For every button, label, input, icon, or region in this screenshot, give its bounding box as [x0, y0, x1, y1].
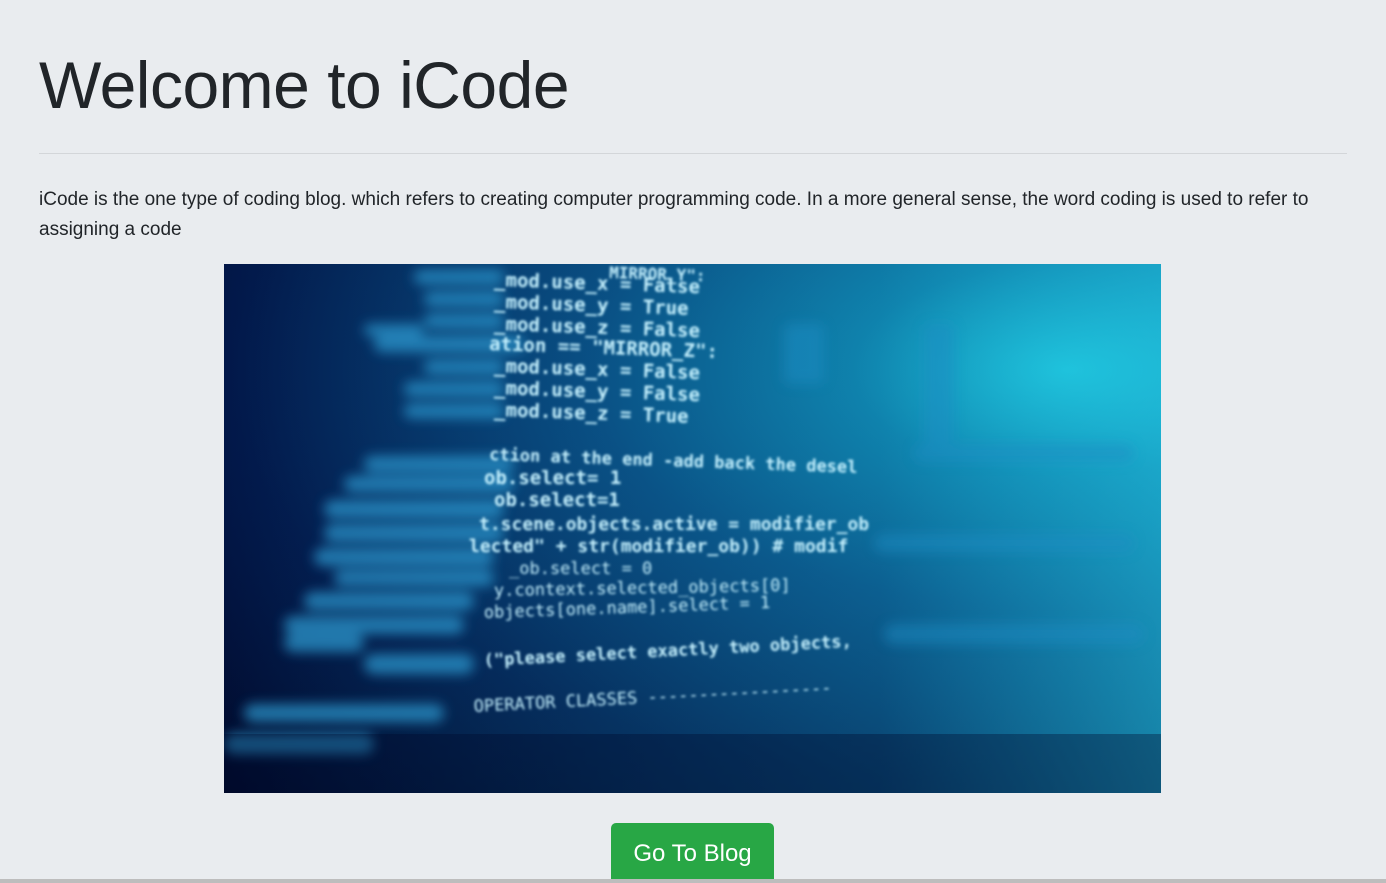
code-image-graphic: MIRROR_Y": _mod.use_x = False _mod.use_y…: [224, 264, 1161, 793]
go-to-blog-button[interactable]: Go To Blog: [611, 823, 774, 883]
code-line: lected" + str(modifier_ob)) # modif: [469, 536, 848, 557]
divider: [39, 153, 1347, 154]
code-line: _ob.select = 0: [509, 559, 652, 579]
page-title: Welcome to iCode: [39, 48, 570, 122]
jumbotron: Welcome to iCode iCode is the one type o…: [0, 0, 1386, 883]
code-line: ob.select=1: [494, 489, 620, 511]
intro-paragraph: iCode is the one type of coding blog. wh…: [39, 189, 1309, 240]
code-hero-image: MIRROR_Y": _mod.use_x = False _mod.use_y…: [224, 264, 1161, 793]
code-line: t.scene.objects.active = modifier_ob: [479, 514, 869, 535]
horizontal-scrollbar[interactable]: [0, 879, 1386, 883]
code-line: ob.select= 1: [484, 467, 621, 489]
